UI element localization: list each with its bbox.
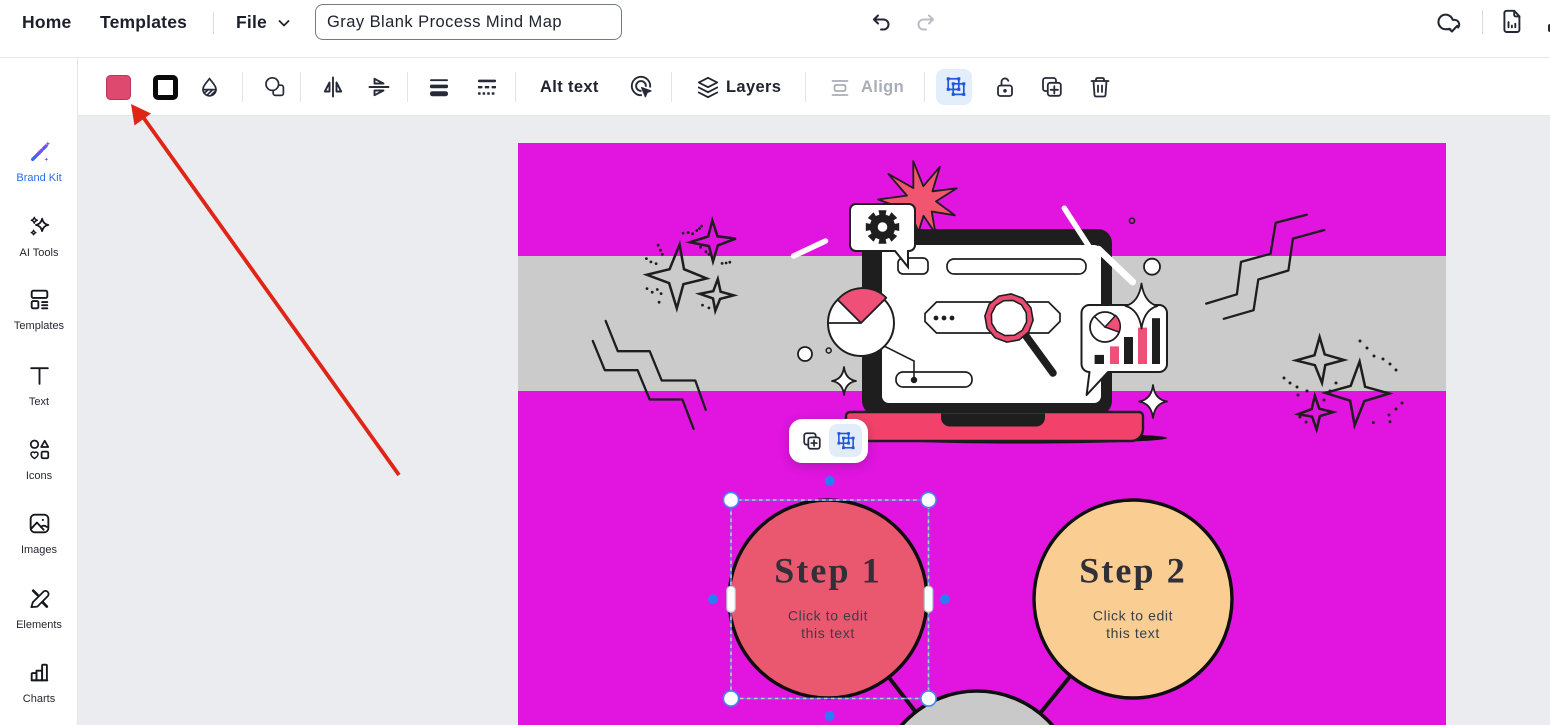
svg-text:Step 1: Step 1 [774,551,882,591]
svg-text:this text: this text [1106,625,1160,641]
svg-text:this text: this text [801,625,855,641]
svg-text:Click to edit: Click to edit [1093,608,1173,624]
svg-text:Step 2: Step 2 [1079,551,1187,591]
svg-text:Click to edit: Click to edit [788,608,868,624]
